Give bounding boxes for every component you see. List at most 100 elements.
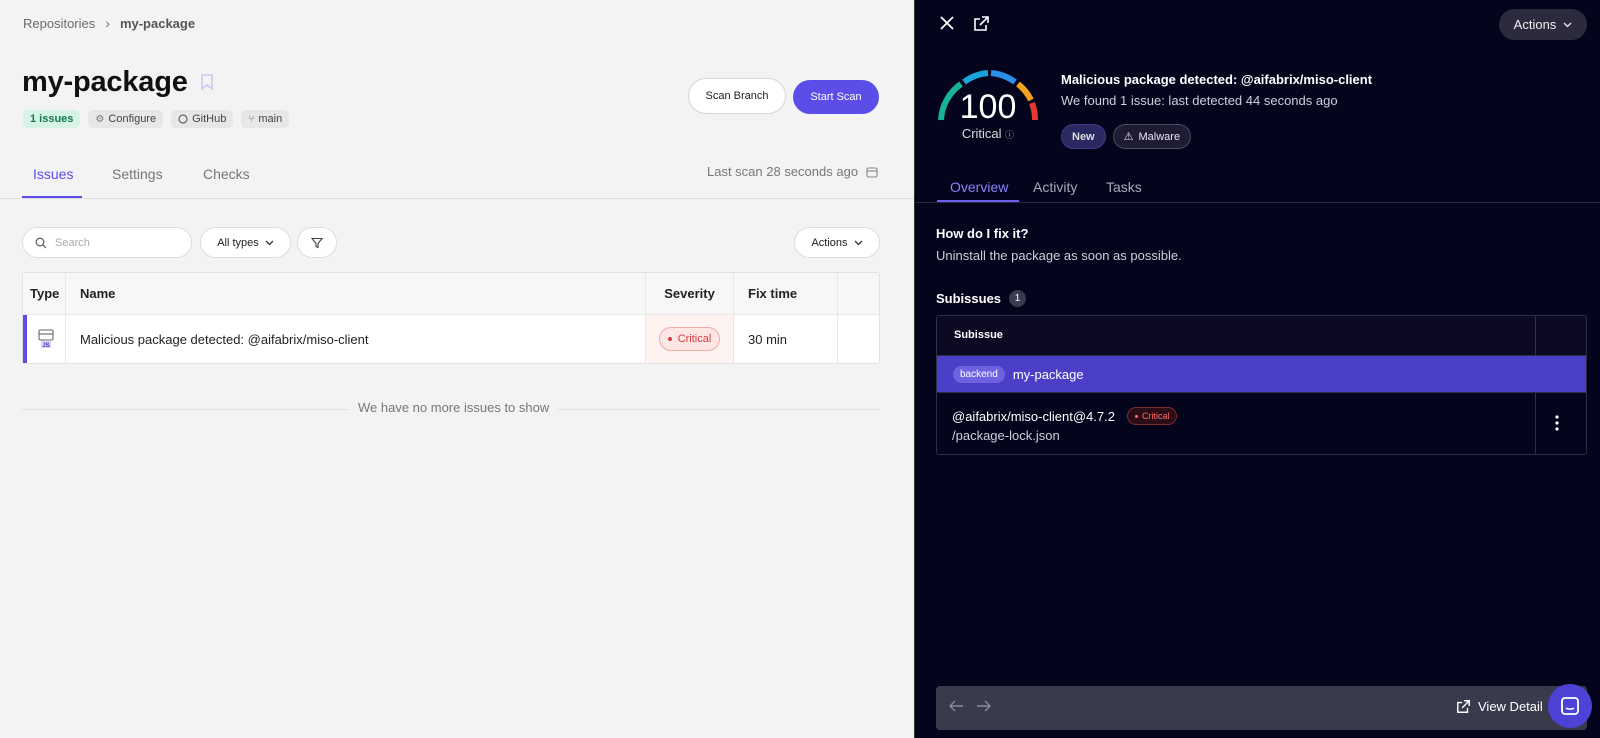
nav-arrows [948, 699, 992, 713]
subissue-row[interactable]: @aifabrix/miso-client@4.7.2 Critical /pa… [937, 392, 1586, 454]
critical-badge: Critical [1126, 407, 1178, 425]
issue-detail-panel: Actions 100 Critical ⓘ Malicious package… [914, 0, 1600, 738]
chevron-down-icon [854, 240, 862, 245]
type-cell: JS [23, 315, 66, 363]
severity-label: Critical [1141, 411, 1170, 421]
panel-actions-label: Actions [1513, 17, 1557, 32]
issue-name[interactable]: Malicious package detected: @aifabrix/mi… [66, 315, 646, 363]
package-version: @aifabrix/miso-client@4.7.2 [952, 408, 1115, 424]
breadcrumb: Repositories › my-package [23, 15, 195, 31]
chevron-down-icon [1563, 22, 1572, 27]
more-options-icon[interactable] [1555, 415, 1559, 431]
fix-question: How do I fix it? [936, 226, 1029, 241]
tab-settings[interactable]: Settings [112, 166, 163, 182]
risk-score-label: Critical ⓘ [953, 126, 1023, 141]
branch-label: main [258, 113, 283, 125]
header-type[interactable]: Type [23, 273, 66, 314]
chat-launcher-button[interactable] [1548, 684, 1592, 728]
column-divider [1535, 393, 1536, 454]
filter-button[interactable] [297, 227, 337, 258]
tab-tasks[interactable]: Tasks [1106, 179, 1142, 195]
tab-issues[interactable]: Issues [33, 166, 73, 182]
fix-answer: Uninstall the package as soon as possibl… [936, 248, 1182, 263]
tab-activity[interactable]: Activity [1033, 179, 1077, 195]
chat-icon [1561, 697, 1579, 715]
chevron-down-icon [265, 240, 274, 245]
end-of-list: We have no more issues to show [22, 400, 880, 418]
breadcrumb-repositories-link[interactable]: Repositories [23, 16, 95, 31]
last-scan-info: Last scan 28 seconds ago [707, 164, 878, 179]
table-header: Type Name Severity Fix time [23, 273, 879, 315]
gear-icon: ⚙ [95, 113, 105, 125]
risk-score-value: 100 [959, 88, 1017, 126]
page-title: my-package [22, 66, 188, 98]
subissues-count: 1 [1009, 290, 1027, 307]
search-input[interactable]: Search [22, 227, 192, 258]
type-filter-select[interactable]: All types [200, 227, 291, 258]
start-scan-button[interactable]: Start Scan [793, 80, 879, 114]
calendar-icon[interactable] [866, 166, 878, 178]
table-row[interactable]: JS Malicious package detected: @aifabrix… [23, 315, 879, 363]
subissues-label: Subissues [936, 291, 1002, 306]
bookmark-icon[interactable] [200, 74, 214, 91]
severity-dot [1134, 414, 1138, 418]
branch-tag[interactable]: ⑂ main [241, 110, 290, 128]
issue-badges: New ⚠ Malware [1061, 124, 1192, 149]
github-tag[interactable]: GitHub [171, 110, 234, 128]
fix-time-cell: 30 min [734, 315, 838, 363]
subissues-table-header: Subissue [937, 316, 1586, 356]
header-name[interactable]: Name [66, 273, 646, 314]
tab-checks[interactable]: Checks [203, 166, 250, 182]
detail-tabs: Overview Activity Tasks [915, 170, 1600, 203]
open-external-icon [1457, 700, 1470, 713]
issue-subtitle: We found 1 issue: last detected 44 secon… [1061, 93, 1338, 108]
subissue-path: /package-lock.json [952, 428, 1060, 443]
close-icon[interactable] [939, 15, 955, 31]
panel-actions-dropdown[interactable]: Actions [1499, 9, 1587, 40]
header-fix-time[interactable]: Fix time [734, 273, 838, 314]
header-empty [838, 273, 879, 314]
critical-badge: Critical [658, 327, 721, 351]
arrow-right-icon[interactable] [976, 699, 992, 713]
tab-overview[interactable]: Overview [950, 179, 1008, 195]
open-external-icon[interactable] [973, 15, 990, 32]
panel-top-icons [939, 15, 990, 32]
arrow-left-icon[interactable] [948, 699, 964, 713]
header-subissue: Subissue [954, 329, 1003, 341]
last-scan-text: Last scan 28 seconds ago [707, 164, 859, 179]
selected-row-indicator [23, 315, 27, 363]
repo-tags: 1 issues ⚙ Configure GitHub ⑂ main [23, 110, 290, 128]
configure-tag[interactable]: ⚙ Configure [88, 110, 164, 128]
info-icon[interactable]: ⓘ [1005, 130, 1014, 140]
js-package-icon: JS [38, 329, 54, 349]
repository-pane: Repositories › my-package my-package 1 i… [0, 0, 914, 738]
header-severity[interactable]: Severity [646, 273, 734, 314]
severity-label: Critical [677, 333, 712, 345]
active-tab-indicator [22, 196, 82, 198]
breadcrumb-current: my-package [119, 15, 196, 31]
group-name: my-package [1012, 366, 1084, 382]
view-detail-link[interactable]: View Detail [1456, 699, 1543, 714]
group-row[interactable]: backend my-package [937, 356, 1586, 392]
subissues-heading: Subissues 1 [936, 290, 1027, 307]
issues-toolbar: Search All types Actions [22, 227, 880, 259]
type-filter-label: All types [217, 236, 259, 249]
panel-footer: View Detail [936, 686, 1587, 730]
actions-label: Actions [811, 236, 848, 249]
column-divider [1535, 316, 1536, 356]
issues-count-tag[interactable]: 1 issues [23, 110, 81, 128]
severity-dot [667, 337, 672, 341]
actions-dropdown[interactable]: Actions [794, 227, 880, 258]
configure-label: Configure [108, 113, 157, 125]
active-tab-indicator [937, 200, 1019, 202]
view-detail-label: View Detail [1478, 699, 1543, 714]
github-label: GitHub [192, 113, 227, 125]
no-more-issues-text: We have no more issues to show [349, 400, 559, 415]
subissues-table: Subissue backend my-package @aifabrix/mi… [936, 315, 1587, 455]
row-end-cell [838, 315, 879, 363]
status-badge[interactable]: New [1061, 124, 1106, 149]
issue-title: Malicious package detected: @aifabrix/mi… [1061, 72, 1373, 87]
group-tag: backend [953, 365, 1005, 383]
scan-branch-button[interactable]: Scan Branch [688, 78, 786, 114]
search-icon [35, 237, 47, 248]
